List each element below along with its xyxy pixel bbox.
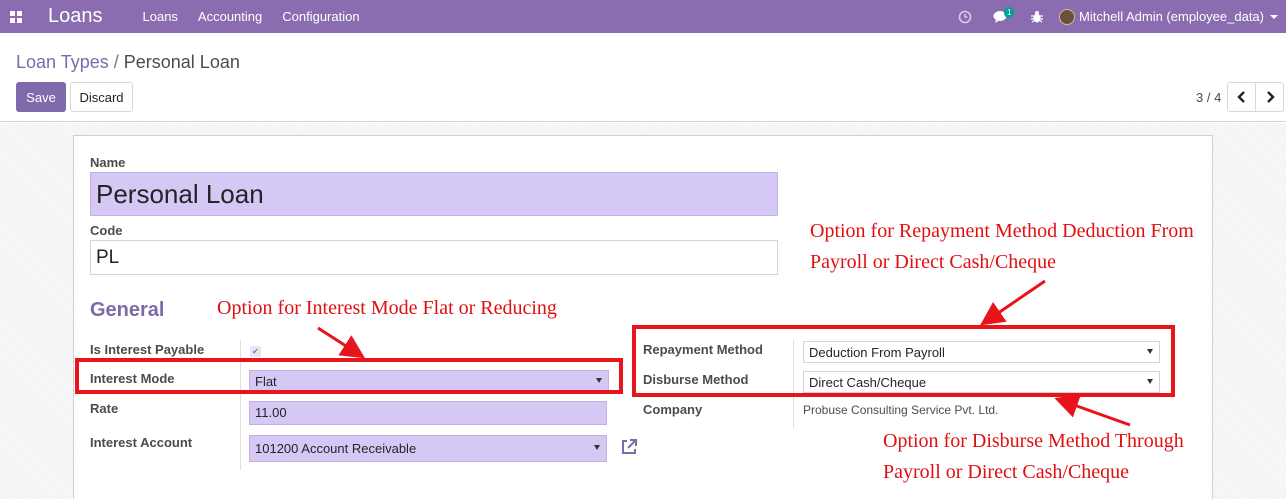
code-label: Code <box>90 223 123 238</box>
is-interest-payable-checkbox[interactable]: ✔ <box>250 346 261 357</box>
chevron-left-icon <box>1236 91 1245 103</box>
avatar <box>1059 8 1076 25</box>
chevron-down-icon <box>1270 14 1278 19</box>
bug-icon[interactable] <box>1019 0 1055 33</box>
breadcrumb-current: Personal Loan <box>123 52 240 72</box>
pager-previous-button[interactable] <box>1227 82 1256 112</box>
code-field[interactable]: PL <box>90 240 778 275</box>
disburse-annotation-line2: Payroll or Direct Cash/Cheque <box>883 461 1130 483</box>
disburse-annotation-line1: Option for Disburse Method Through <box>883 430 1184 452</box>
repayment-annotation-line2: Payroll or Direct Cash/Cheque <box>810 251 1057 273</box>
repayment-annotation-line1: Option for Repayment Method Deduction Fr… <box>810 220 1194 242</box>
rate-label: Rate <box>90 401 119 416</box>
company-label: Company <box>643 402 703 417</box>
pager-value[interactable]: 3 / 4 <box>1196 90 1221 105</box>
group-title-general: General <box>90 299 165 321</box>
control-panel: Loan Types / Personal Loan Save Discard 3 … <box>0 40 1286 122</box>
breadcrumb: Loan Types / Personal Loan <box>16 52 240 73</box>
is-interest-payable-label: Is Interest Payable <box>90 342 205 357</box>
interest-account-label: Interest Account <box>90 435 193 450</box>
user-menu[interactable]: Mitchell Admin (employee_data) <box>1055 8 1286 25</box>
caret-down-icon <box>594 445 600 450</box>
external-link-icon[interactable] <box>619 437 639 457</box>
clock-icon[interactable] <box>947 0 983 33</box>
interest-mode-annotation: Option for Interest Mode Flat or Reducin… <box>217 297 557 319</box>
apps-menu-icon[interactable] <box>0 0 32 33</box>
rate-value: 11.00 <box>255 405 287 420</box>
discard-button[interactable]: Discard <box>70 82 133 112</box>
payment-methods-highlight-box <box>632 325 1175 397</box>
breadcrumb-parent[interactable]: Loan Types <box>16 52 109 72</box>
messages-count-badge: 1 <box>1004 7 1015 18</box>
menu-loans[interactable]: Loans <box>143 9 178 24</box>
name-label: Name <box>90 155 126 170</box>
interest-account-select[interactable]: 101200 Account Receivable <box>249 435 607 462</box>
pager-next-button[interactable] <box>1255 82 1284 112</box>
name-field[interactable]: Personal Loan <box>90 172 778 216</box>
chevron-right-icon <box>1266 91 1275 103</box>
messages-icon[interactable]: 1 <box>983 0 1019 33</box>
menu-configuration[interactable]: Configuration <box>282 9 359 24</box>
breadcrumb-separator: / <box>113 52 119 72</box>
user-name: Mitchell Admin (employee_data) <box>1079 9 1264 24</box>
top-navbar: Loans Loans Accounting Configuration 1 M… <box>0 0 1286 33</box>
save-button[interactable]: Save <box>16 82 66 112</box>
company-value: Probuse Consulting Service Pvt. Ltd. <box>803 403 999 417</box>
rate-field[interactable]: 11.00 <box>249 401 607 425</box>
app-title[interactable]: Loans <box>48 5 103 28</box>
menu-accounting[interactable]: Accounting <box>198 9 262 24</box>
interest-account-value: 101200 Account Receivable <box>255 441 417 456</box>
interest-mode-highlight-box <box>75 358 623 394</box>
